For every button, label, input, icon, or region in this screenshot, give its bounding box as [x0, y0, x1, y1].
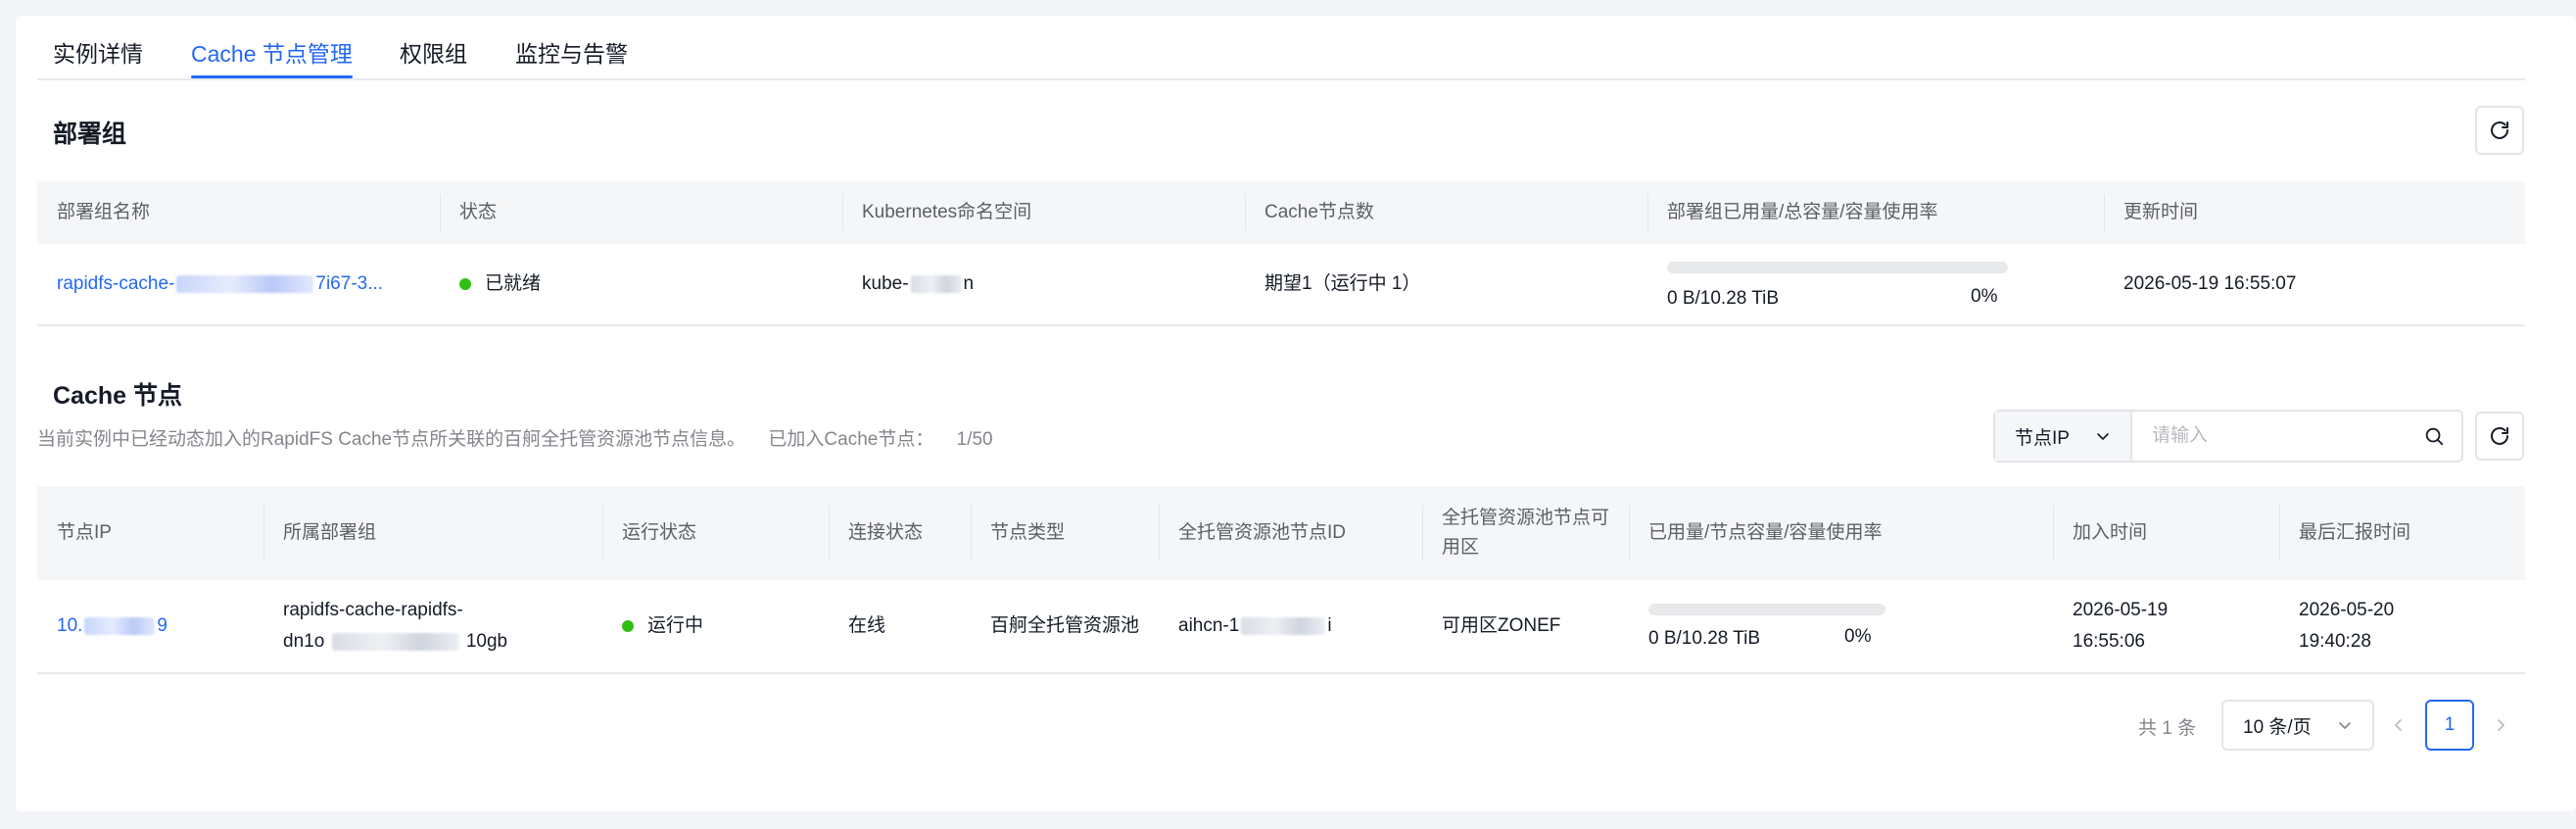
redacted-text	[331, 632, 459, 651]
usage-progress-bar	[1667, 262, 2008, 273]
table-row: 10. 9 rapidfs-cache-rapidfs- dn1o 10gb 运…	[37, 580, 2525, 674]
node-ip-suffix[interactable]: 9	[157, 610, 167, 642]
node-ip-link[interactable]: 10. 9	[37, 580, 263, 672]
deploy-group-name-suffix[interactable]: 7i67-3...	[315, 268, 383, 300]
namespace-suffix: n	[963, 273, 975, 294]
refresh-icon	[2491, 122, 2508, 139]
col-status: 状态	[440, 181, 842, 244]
owner-group-line2-prefix: dn1o	[283, 631, 325, 652]
page-number-1[interactable]: 1	[2425, 700, 2474, 751]
col-deploy-group-name: 部署组名称	[57, 202, 151, 222]
owner-group-line2-suffix: 10gb	[465, 631, 508, 652]
node-ip-prefix[interactable]: 10.	[57, 610, 82, 642]
usage-percent: 0%	[1844, 626, 1872, 647]
usage-label: 0 B/10.28 TiB	[1648, 628, 1761, 649]
redacted-text	[84, 617, 156, 635]
tab-cache-node-management[interactable]: Cache 节点管理	[191, 35, 353, 78]
report-time: 19:40:28	[2299, 631, 2371, 652]
deploy-group-title: 部署组	[53, 121, 127, 148]
node-owner-group: rapidfs-cache-rapidfs- dn1o 10gb	[263, 580, 602, 672]
cache-nodes-table-header: 节点IP 所属部署组 运行状态 连接状态 节点类型 全托管资源池节点ID 全托管…	[37, 486, 2525, 580]
chevron-down-icon	[2097, 433, 2109, 440]
status-dot-icon	[622, 620, 634, 632]
namespace-prefix: kube-	[862, 273, 909, 294]
usage-percent: 0%	[1971, 286, 1998, 307]
col-cache-node-count: Cache节点数	[1245, 181, 1647, 244]
col-node-usage: 已用量/节点容量/容量使用率	[1629, 486, 2053, 580]
search-button[interactable]	[2407, 412, 2461, 461]
node-run-status: 运行中	[602, 580, 829, 672]
pool-node-id-suffix: i	[1327, 615, 1332, 636]
col-updated-time: 更新时间	[2104, 181, 2525, 244]
chevron-left-icon	[2395, 719, 2402, 731]
join-time: 16:55:06	[2073, 631, 2145, 652]
filter-field-select[interactable]: 节点IP	[1995, 412, 2132, 461]
col-conn-status: 连接状态	[829, 486, 971, 580]
pagination-total: 共 1 条	[2138, 718, 2197, 739]
redacted-text	[1241, 617, 1326, 635]
redacted-text	[176, 275, 314, 293]
pool-node-id: aihcn-1 i	[1159, 580, 1422, 672]
deploy-group-refresh-button[interactable]	[2475, 106, 2524, 155]
page-size-select[interactable]: 10 条/页	[2221, 700, 2374, 751]
deploy-group-node-count: 期望1（运行中 1）	[1264, 273, 1421, 294]
filter-field-selected: 节点IP	[2015, 427, 2070, 449]
joined-count-value: 1/50	[956, 429, 993, 450]
col-namespace: Kubernetes命名空间	[842, 181, 1245, 244]
col-pool-node-zone: 全托管资源池节点可用区	[1422, 486, 1629, 580]
joined-count-label: 已加入Cache节点：	[768, 429, 934, 450]
deploy-group-updated-time: 2026-05-19 16:55:07	[2123, 273, 2297, 294]
owner-group-line2: dn1o 10gb	[283, 626, 507, 658]
node-join-time: 2026-05-19 16:55:06	[2053, 580, 2279, 672]
run-status-text: 运行中	[647, 615, 704, 636]
description-text: 当前实例中已经动态加入的RapidFS Cache节点所关联的百舸全托管资源池节…	[37, 429, 746, 450]
status-text: 已就绪	[485, 273, 542, 294]
node-type: 百舸全托管资源池	[990, 615, 1140, 636]
next-page-button[interactable]	[2486, 709, 2515, 741]
usage-progress-bar	[1648, 604, 1885, 615]
page-size-value: 10 条/页	[2243, 716, 2312, 738]
deploy-group-status: 已就绪	[440, 244, 842, 324]
deploy-group-name-link[interactable]: rapidfs-cache- 7i67-3...	[37, 244, 440, 324]
status-dot-icon	[459, 278, 471, 290]
col-pool-node-id: 全托管资源池节点ID	[1159, 486, 1422, 580]
report-date: 2026-05-20	[2299, 600, 2395, 620]
col-node-ip: 节点IP	[57, 522, 112, 543]
deploy-group-usage: 0 B/10.28 TiB 0%	[1647, 244, 2104, 324]
deploy-group-namespace: kube- n	[842, 244, 1245, 324]
col-group-usage: 部署组已用量/总容量/容量使用率	[1647, 181, 2104, 244]
table-row: rapidfs-cache- 7i67-3... 已就绪 kube- n 期望1…	[37, 244, 2525, 326]
join-date: 2026-05-19	[2073, 600, 2169, 620]
tab-bar: 实例详情 Cache 节点管理 权限组 监控与告警	[37, 20, 2525, 80]
chevron-down-icon	[2339, 722, 2351, 729]
chevron-right-icon	[2498, 719, 2504, 731]
redacted-text	[910, 275, 962, 293]
col-join-time: 加入时间	[2053, 486, 2279, 580]
pool-node-id-prefix: aihcn-1	[1178, 615, 1240, 636]
prev-page-button[interactable]	[2384, 709, 2413, 741]
refresh-icon	[2491, 427, 2508, 445]
owner-group-line1: rapidfs-cache-rapidfs-	[283, 600, 463, 620]
col-last-report-time: 最后汇报时间	[2279, 486, 2525, 580]
tab-monitoring-alerts[interactable]: 监控与告警	[515, 35, 628, 69]
search-icon	[2425, 427, 2444, 446]
col-node-type: 节点类型	[971, 486, 1159, 580]
cache-nodes-description: 当前实例中已经动态加入的RapidFS Cache节点所关联的百舸全托管资源池节…	[37, 424, 993, 451]
col-owner-group: 所属部署组	[263, 486, 602, 580]
node-usage: 0 B/10.28 TiB 0%	[1629, 580, 2053, 672]
deploy-group-name-prefix[interactable]: rapidfs-cache-	[57, 268, 174, 300]
tab-permission-group[interactable]: 权限组	[400, 35, 467, 69]
tab-instance-details[interactable]: 实例详情	[53, 35, 143, 69]
cache-nodes-refresh-button[interactable]	[2475, 412, 2524, 461]
node-search-filter: 节点IP	[1993, 410, 2463, 463]
node-conn-status: 在线	[848, 615, 886, 636]
node-last-report-time: 2026-05-20 19:40:28	[2279, 580, 2525, 672]
deploy-group-table-header: 部署组名称 状态 Kubernetes命名空间 Cache节点数 部署组已用量/…	[37, 181, 2525, 244]
col-run-status: 运行状态	[602, 486, 829, 580]
usage-label: 0 B/10.28 TiB	[1667, 288, 1780, 309]
search-input[interactable]	[2132, 412, 2407, 461]
pool-node-zone: 可用区ZONEF	[1442, 615, 1561, 636]
cache-nodes-title: Cache 节点	[53, 382, 182, 410]
